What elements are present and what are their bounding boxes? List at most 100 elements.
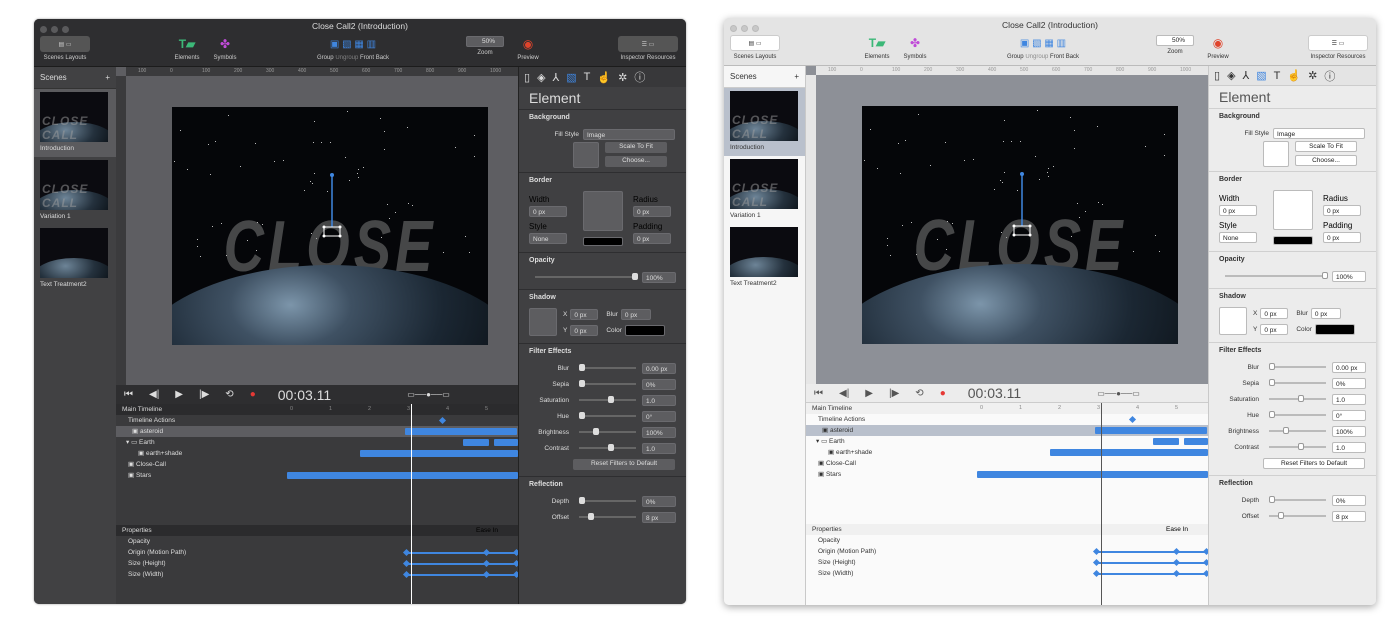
depth-slider[interactable] (1269, 496, 1326, 503)
canvas-area[interactable]: 100 0 100 200 300 400 500 600 700 800 900 1000 CLOS… (116, 67, 518, 385)
timeline-zoom-slider[interactable]: ▭──●──▭ (407, 390, 450, 399)
filter-slider[interactable] (579, 396, 636, 403)
go-to-start-icon[interactable]: ⏮ (814, 388, 823, 399)
property-keyframe[interactable] (482, 559, 491, 568)
property-tween[interactable] (1096, 573, 1206, 575)
reset-filters-button[interactable]: Reset Filters to Default (573, 459, 675, 470)
radius-field[interactable]: 0 px (1323, 205, 1361, 216)
main-timeline-label[interactable]: Main Timeline (812, 405, 852, 412)
scene-stage[interactable]: CLOSE CALL (862, 106, 1178, 344)
animation-bar[interactable] (977, 471, 1208, 478)
zoom-icon[interactable] (752, 25, 759, 32)
timeline-layer-row[interactable]: ▣ earth+shade (116, 448, 518, 459)
scene-thumbnail[interactable]: CLOSE CALL Variation 1 (34, 157, 116, 225)
property-tween[interactable] (1096, 562, 1206, 564)
timeline-layer-row[interactable]: ▣ Stars (116, 470, 518, 481)
filter-value-field[interactable]: 1.0 (1332, 441, 1366, 453)
animation-bar[interactable] (494, 439, 518, 446)
properties-header[interactable]: Properties Ease In (116, 525, 518, 536)
physics-icon[interactable]: ✲ (1308, 69, 1317, 82)
property-keyframe[interactable] (402, 548, 411, 557)
timeline-layer-row[interactable]: ▾ ▭ Earth (806, 436, 1208, 447)
motion-path[interactable] (1010, 166, 1040, 246)
timeline-layer-row[interactable]: ▣ Close-Call (116, 459, 518, 470)
background-image-well[interactable] (573, 142, 599, 168)
filter-slider[interactable] (1269, 443, 1326, 450)
offset-field[interactable]: 8 px (642, 511, 676, 523)
play-icon[interactable]: ▶ (865, 388, 873, 399)
property-keyframe[interactable] (1172, 547, 1181, 556)
border-style-select[interactable]: None (1219, 232, 1257, 243)
symbols-button[interactable]: ✤ Symbols (900, 35, 930, 60)
property-tween[interactable] (406, 574, 516, 576)
physics-icon[interactable]: ✲ (618, 71, 627, 84)
filter-value-field[interactable]: 1.0 (642, 442, 676, 454)
depth-slider[interactable] (579, 497, 636, 504)
step-forward-icon[interactable]: |▶ (889, 388, 899, 399)
filter-value-field[interactable]: 100% (1332, 425, 1366, 437)
depth-field[interactable]: 0% (1332, 494, 1366, 506)
filter-slider[interactable] (1269, 427, 1326, 434)
property-row[interactable]: Opacity (806, 535, 1208, 546)
element-tab-icon[interactable]: ▧ (566, 71, 576, 84)
inspector-resources-control[interactable]: ☰ ▭ Inspector Resources (614, 36, 682, 61)
filter-slider[interactable] (579, 444, 636, 451)
filter-slider[interactable] (579, 428, 636, 435)
property-row[interactable]: Size (Width) (116, 569, 521, 580)
preview-button[interactable]: ◉ Preview (1204, 35, 1232, 60)
text-icon[interactable]: T (1274, 70, 1281, 82)
layers-tab-icon[interactable]: ◈ (1227, 69, 1235, 82)
property-row[interactable]: Size (Height) (116, 558, 521, 569)
actions-icon[interactable]: ☝ (597, 71, 611, 84)
step-forward-icon[interactable]: |▶ (199, 389, 209, 400)
opacity-slider[interactable] (1225, 272, 1328, 279)
layers-icon[interactable]: ▤ ▭ (40, 36, 90, 52)
layers-tab-icon[interactable]: ◈ (537, 71, 545, 84)
property-row[interactable]: Size (Height) (806, 557, 1211, 568)
depth-field[interactable]: 0% (642, 495, 676, 507)
property-tween[interactable] (406, 552, 516, 554)
animation-bar[interactable] (287, 472, 518, 479)
inspector-icon[interactable]: ☰ ▭ (1308, 35, 1368, 51)
timeline-layer-row[interactable]: ▣ Close-Call (806, 458, 1208, 469)
inspector-resources-control[interactable]: ☰ ▭ Inspector Resources (1304, 35, 1372, 60)
choose-button[interactable]: Choose... (605, 156, 667, 167)
timeline-header[interactable]: Main Timeline0123456 (806, 403, 1217, 414)
text-icon[interactable]: T (584, 71, 591, 83)
timeline-layer-row[interactable]: Timeline Actions (806, 414, 1208, 425)
filter-slider[interactable] (579, 412, 636, 419)
scene-stage[interactable]: CLOSE CALL (172, 107, 488, 345)
shadow-direction-widget[interactable] (529, 308, 557, 336)
radius-field[interactable]: 0 px (633, 206, 671, 217)
close-icon[interactable] (40, 26, 47, 33)
property-keyframe[interactable] (1092, 558, 1101, 567)
property-keyframe[interactable] (482, 570, 491, 579)
timeline-layer-row[interactable]: ▣ asteroid (806, 425, 1208, 436)
filter-slider[interactable] (579, 364, 636, 371)
playhead[interactable] (411, 404, 412, 604)
filter-value-field[interactable]: 0° (1332, 409, 1366, 421)
ease-selector[interactable]: Ease In (1166, 524, 1188, 535)
timeline-zoom-slider[interactable]: ▭──●──▭ (1097, 389, 1140, 398)
timeline-layer-row[interactable]: ▾ ▭ Earth (116, 437, 518, 448)
filter-value-field[interactable]: 1.0 (642, 394, 676, 406)
arrange-icons[interactable]: ▣ ▧ ▦ ▥ (995, 35, 1091, 51)
border-width-field[interactable]: 0 px (529, 206, 567, 217)
property-keyframe[interactable] (1172, 558, 1181, 567)
scale-select[interactable]: Scale To Fit (1295, 141, 1357, 152)
property-keyframe[interactable] (402, 559, 411, 568)
filter-slider[interactable] (1269, 363, 1326, 370)
property-row[interactable]: Origin (Motion Path) (806, 546, 1211, 557)
filter-value-field[interactable]: 0.00 px (1332, 361, 1366, 373)
step-back-icon[interactable]: ◀| (839, 388, 849, 399)
filter-value-field[interactable]: 100% (642, 426, 676, 438)
document-icon[interactable]: ▯ (524, 71, 530, 84)
reset-filters-button[interactable]: Reset Filters to Default (1263, 458, 1365, 469)
scene-thumbnail[interactable]: Text Treatment2 (34, 225, 116, 293)
scene-thumbnail[interactable]: Text Treatment2 (724, 224, 805, 292)
property-keyframe[interactable] (402, 570, 411, 579)
padding-field[interactable]: 0 px (633, 233, 671, 244)
inspector-icon[interactable]: ☰ ▭ (618, 36, 678, 52)
opacity-slider[interactable] (535, 273, 638, 280)
shadow-x-field[interactable]: 0 px (570, 308, 599, 320)
